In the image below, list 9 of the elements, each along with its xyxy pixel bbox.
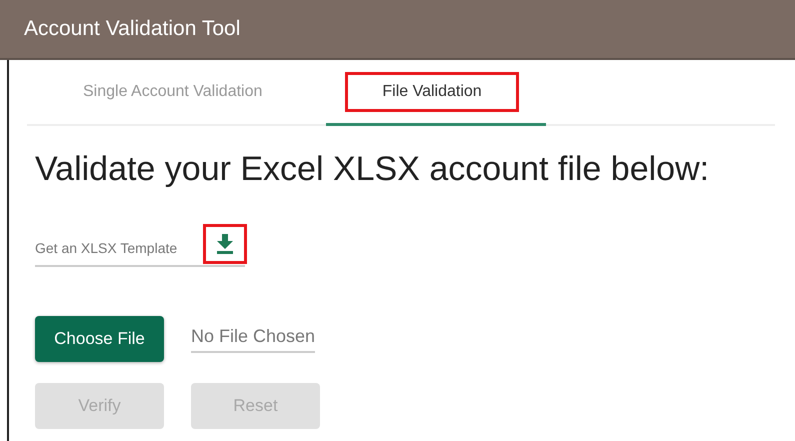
choose-file-button[interactable]: Choose File [35, 316, 164, 362]
download-icon [216, 234, 234, 254]
tab[interactable]: Single Account Validation [27, 60, 326, 126]
download-link[interactable] [203, 224, 247, 264]
window-title: Account Validation Tool [24, 17, 240, 41]
tab[interactable]: File Validation [326, 60, 546, 126]
heading: Validate your Excel XLSX account file below: [35, 150, 710, 189]
template-label: Get an XLSX Template [35, 240, 178, 256]
file-name-field: No File Chosen [191, 326, 316, 352]
